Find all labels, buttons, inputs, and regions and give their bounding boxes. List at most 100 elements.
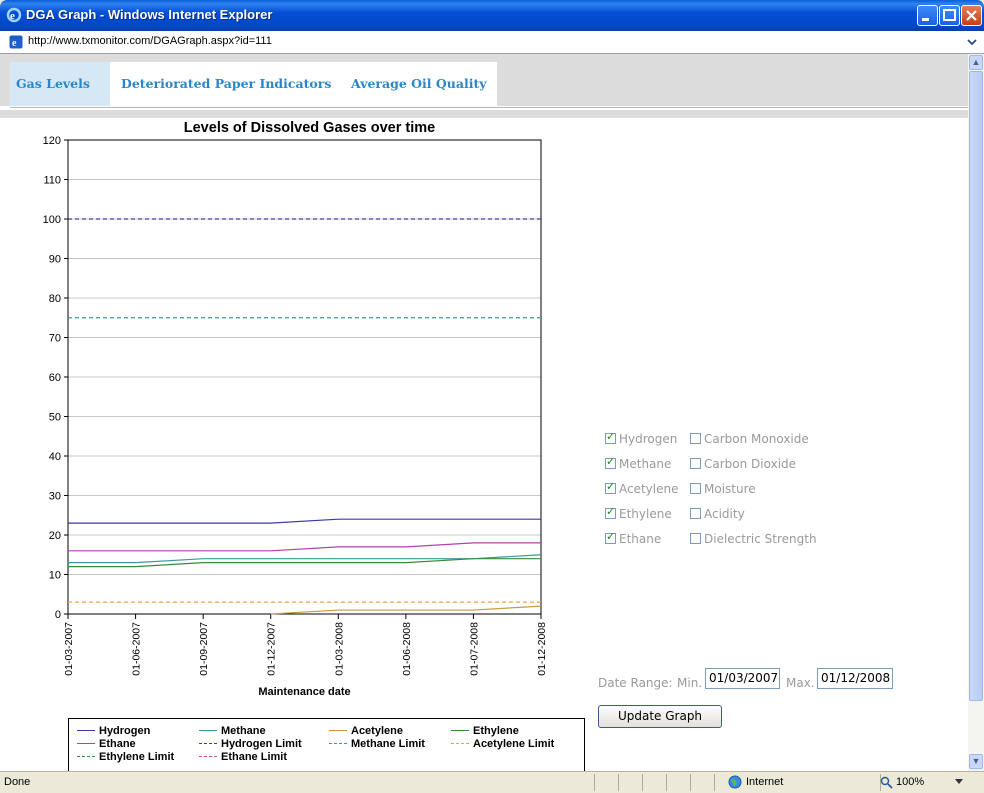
checkbox-icon[interactable] [605,480,616,494]
checkbox-icon[interactable] [605,505,616,519]
update-graph-button[interactable]: Update Graph [598,705,722,728]
close-button[interactable] [961,5,982,26]
checkbox-label: Moisture [704,482,756,496]
checkbox-ethylene[interactable]: Ethylene [605,505,672,527]
maximize-icon [943,9,956,21]
svg-text:e: e [10,10,15,22]
divider [594,774,595,791]
legend-swatch [199,729,217,731]
y-tick-label: 100 [43,214,61,226]
legend-swatch [77,742,95,744]
date-max-input[interactable]: 01/12/2008 [817,668,893,689]
divider-band [0,110,968,118]
divider [666,774,667,791]
scroll-down-icon[interactable]: ▼ [969,754,983,769]
legend-label: Methane [221,725,266,737]
checkbox-label: Dielectric Strength [704,532,817,546]
page-icon: e [9,35,23,49]
legend-swatch [329,742,347,744]
checkbox-icon[interactable] [605,455,616,469]
chevron-down-icon[interactable] [965,36,979,48]
gas-levels-chart: Levels of Dissolved Gases over time 0 10 20… [43,120,548,698]
x-tick-label: 01-12-2008 [536,622,548,676]
checkbox-icon[interactable] [690,533,701,544]
divider [714,774,715,791]
checkbox-label: Ethane [619,532,662,546]
y-tick-label: 30 [49,491,61,503]
x-tick-label: 01-06-2008 [401,622,413,676]
scroll-thumb[interactable] [969,71,983,701]
legend-label: Methane Limit [351,738,425,750]
checkbox-label: Acetylene [619,482,679,496]
checkbox-icon[interactable] [605,430,616,444]
legend-swatch [199,742,217,744]
svg-text:e: e [12,38,17,49]
ie-logo-icon: e [6,7,22,23]
page-content: Gas Levels Deteriorated Paper Indicators… [0,54,968,771]
address-url[interactable]: http://www.txmonitor.com/DGAGraph.aspx?i… [28,35,272,47]
y-tick-label: 10 [49,570,61,582]
checkbox-carbon-monoxide[interactable]: Carbon Monoxide [690,432,809,452]
legend-swatch [77,729,95,731]
status-bar: Done Internet 100% [0,771,984,793]
maximize-button[interactable] [939,5,960,26]
y-tick-label: 20 [49,530,61,542]
tab-gas-levels[interactable]: Gas Levels [10,62,110,106]
legend-item: Acetylene Limit [451,738,554,750]
x-tick-label: 01-12-2007 [266,622,278,676]
checkbox-icon[interactable] [605,530,616,544]
legend-item: Acetylene [329,725,403,737]
date-range-label: Date Range: [598,676,673,690]
globe-icon [728,775,742,789]
checkbox-ethane[interactable]: Ethane [605,530,662,552]
divider [618,774,619,791]
y-tick-label: 50 [49,412,61,424]
legend-swatch [77,755,95,757]
series-line-ethane [68,542,541,552]
checkbox-hydrogen[interactable]: Hydrogen [605,430,677,452]
y-tick-label: 120 [43,135,61,147]
security-zone: Internet [746,776,784,788]
legend-swatch [451,729,469,731]
divider [690,774,691,791]
legend-label: Hydrogen Limit [221,738,302,750]
minimize-button[interactable] [917,5,938,26]
checkbox-icon[interactable] [690,483,701,494]
y-tick-label: 0 [55,609,61,621]
checkbox-icon[interactable] [690,508,701,519]
zoom-dropdown-icon[interactable] [955,779,963,785]
minimize-icon [922,18,929,21]
vertical-scrollbar[interactable]: ▲ ▼ [968,54,984,771]
legend-label: Ethylene Limit [99,751,175,763]
legend-item: Ethane Limit [199,751,287,763]
legend-swatch [329,729,347,731]
tab-deteriorated-paper[interactable]: Deteriorated Paper Indicators [121,62,331,106]
scroll-up-icon[interactable]: ▲ [969,55,983,70]
divider [10,107,968,108]
date-max-label: Max. [786,676,815,690]
checkbox-carbon-dioxide[interactable]: Carbon Dioxide [690,457,796,477]
checkbox-acetylene[interactable]: Acetylene [605,480,679,502]
address-bar[interactable]: e http://www.txmonitor.com/DGAGraph.aspx… [0,31,984,54]
checkbox-icon[interactable] [690,458,701,469]
window-title: DGA Graph - Windows Internet Explorer [26,7,273,22]
x-tick-label: 01-03-2007 [63,622,75,676]
x-tick-label: 01-06-2007 [131,622,143,676]
chart-legend: Hydrogen Methane Acetylene Ethylene Ethane Hy… [68,718,585,771]
checkbox-methane[interactable]: Methane [605,455,671,477]
close-icon [966,10,977,21]
series-line-acetylene [270,605,542,615]
checkbox-dielectric-strength[interactable]: Dielectric Strength [690,532,817,552]
checkbox-label: Carbon Dioxide [704,457,797,471]
checkbox-icon[interactable] [690,433,701,444]
date-min-input[interactable]: 01/03/2007 [705,668,780,689]
checkbox-acidity[interactable]: Acidity [690,507,745,527]
zoom-icon[interactable] [880,776,893,789]
y-tick-label: 110 [43,175,61,187]
checkbox-label: Carbon Monoxide [704,432,809,446]
checkbox-moisture[interactable]: Moisture [690,482,756,502]
zoom-level[interactable]: 100% [896,776,924,788]
chart-title: Levels of Dissolved Gases over time [184,120,435,136]
legend-swatch [451,742,469,744]
tab-average-oil-quality[interactable]: Average Oil Quality [351,62,487,106]
